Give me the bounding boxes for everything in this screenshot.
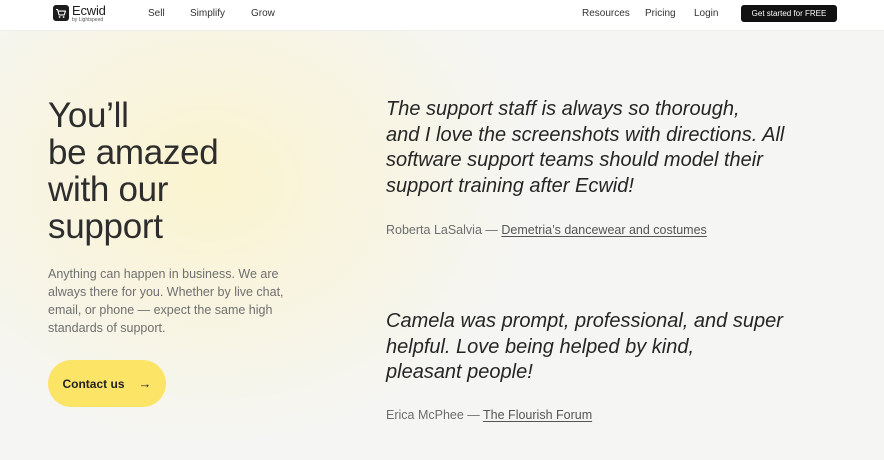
lead-line: always there for you. Whether by live ch…: [48, 285, 284, 299]
top-navigation: Ecwid by Lightspeed Sell Simplify Grow R…: [0, 0, 884, 31]
nav-link-login[interactable]: Login: [694, 8, 718, 19]
contact-us-label: Contact us: [62, 376, 125, 391]
testimonial-quote-1: The support staff is always so thorough,…: [386, 97, 836, 199]
lead-line: Anything can happen in business. We are: [48, 267, 279, 281]
headline-line: You’ll: [48, 96, 129, 135]
cart-icon: [53, 5, 69, 21]
author-business-link[interactable]: Demetria’s dancewear and costumes: [501, 223, 706, 237]
contact-us-button[interactable]: Contact us →: [48, 360, 166, 407]
lead-line: standards of support.: [48, 321, 166, 335]
lead-line: email, or phone — expect the same high: [48, 303, 273, 317]
logo-name: Ecwid: [72, 3, 106, 18]
testimonial-author-2: Erica McPhee — The Flourish Forum: [386, 408, 592, 422]
quote-line: helpful. Love being helped by kind,: [386, 335, 695, 358]
testimonial-author-1: Roberta LaSalvia — Demetria’s dancewear …: [386, 223, 707, 237]
nav-link-simplify[interactable]: Simplify: [190, 8, 225, 19]
hero-lead-text: Anything can happen in business. We are …: [48, 265, 310, 337]
author-name: Erica McPhee: [386, 408, 464, 422]
nav-link-grow[interactable]: Grow: [251, 8, 275, 19]
testimonial-quote-2: Camela was prompt, professional, and sup…: [386, 309, 836, 386]
quote-line: The support staff is always so thorough,: [386, 98, 740, 120]
nav-link-sell[interactable]: Sell: [148, 8, 165, 19]
logo-subtitle: by Lightspeed: [72, 17, 104, 23]
get-started-button[interactable]: Get started for FREE: [741, 5, 837, 22]
hero-headline: You’ll be amazed with our support: [48, 97, 308, 245]
quote-line: Camela was prompt, professional, and sup…: [386, 310, 783, 332]
headline-line: be amazed: [48, 133, 219, 172]
quote-line: and I love the screenshots with directio…: [386, 123, 785, 146]
nav-link-resources[interactable]: Resources: [582, 8, 630, 19]
headline-line: with our: [48, 170, 169, 209]
nav-link-pricing[interactable]: Pricing: [645, 8, 676, 19]
headline-line: support: [48, 207, 163, 246]
ecwid-logo[interactable]: Ecwid by Lightspeed: [53, 4, 106, 23]
author-separator: —: [485, 223, 498, 237]
quote-line: support training after Ecwid!: [386, 174, 634, 197]
author-name: Roberta LaSalvia: [386, 223, 482, 237]
arrow-right-icon: →: [138, 376, 152, 391]
author-separator: —: [467, 408, 480, 422]
quote-line: software support teams should model thei…: [386, 149, 763, 171]
author-business-link[interactable]: The Flourish Forum: [483, 408, 592, 422]
quote-line: pleasant people!: [386, 361, 533, 383]
